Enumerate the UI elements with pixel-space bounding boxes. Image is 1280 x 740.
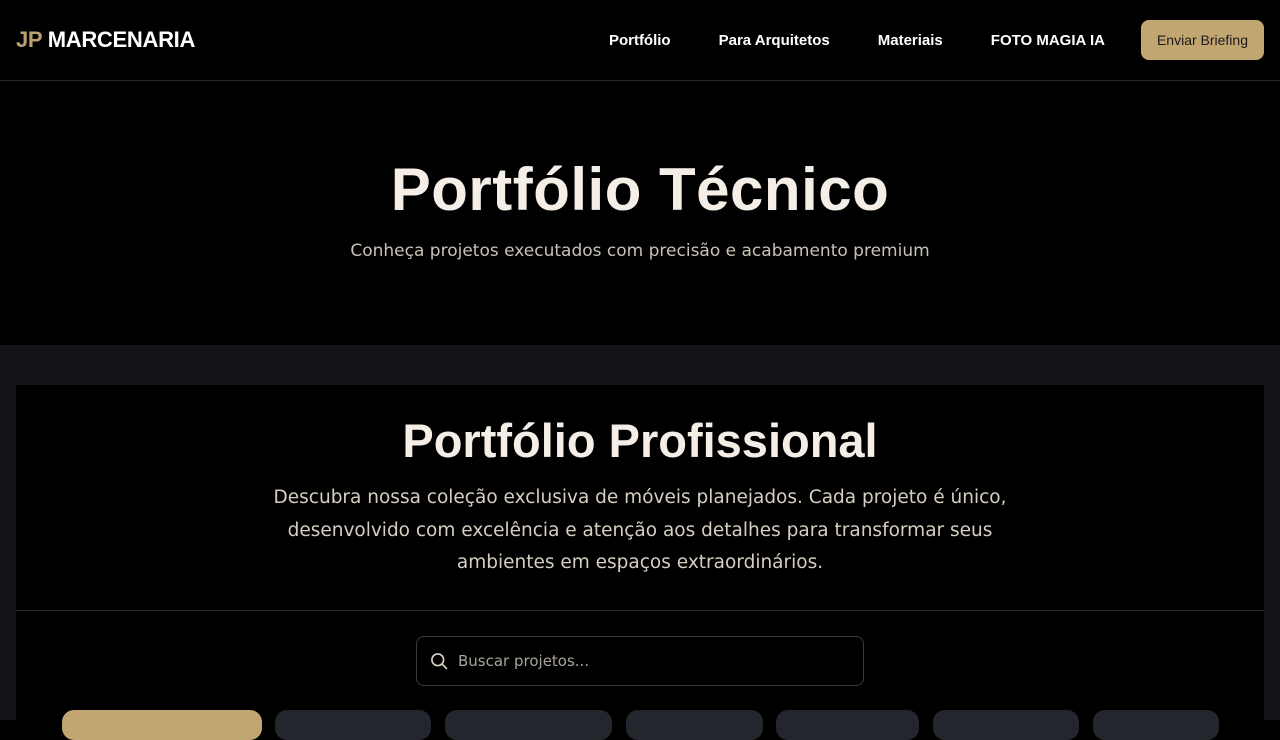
portfolio-title: Portfólio Profissional: [402, 414, 878, 467]
filter-chip[interactable]: [445, 710, 612, 740]
portfolio-section: Portfólio Profissional Descubra nossa co…: [0, 345, 1280, 740]
filter-chip[interactable]: [275, 710, 431, 740]
nav-link-para-arquitetos[interactable]: Para Arquitetos: [719, 32, 830, 49]
divider: [16, 610, 1264, 611]
filter-chip[interactable]: [776, 710, 919, 740]
nav-link-foto-magia-ia[interactable]: FOTO MAGIA IA: [991, 32, 1105, 49]
nav-link-materiais[interactable]: Materiais: [878, 32, 943, 49]
nav-link-portfolio[interactable]: Portfólio: [609, 32, 671, 49]
filter-chip[interactable]: [933, 710, 1079, 740]
filter-chip-active[interactable]: [62, 710, 262, 740]
portfolio-panel: Portfólio Profissional Descubra nossa co…: [16, 385, 1264, 740]
main-nav: Portfólio Para Arquitetos Materiais FOTO…: [609, 20, 1264, 60]
hero-subtitle: Conheça projetos executados com precisão…: [350, 241, 930, 261]
search-icon: [431, 653, 448, 670]
search-input[interactable]: [449, 637, 863, 685]
logo[interactable]: JP MARCENARIA: [16, 27, 195, 53]
logo-name: MARCENARIA: [47, 27, 196, 52]
site-header: JP MARCENARIA Portfólio Para Arquitetos …: [0, 0, 1280, 81]
filter-chip[interactable]: [1093, 710, 1219, 740]
hero: Portfólio Técnico Conheça projetos execu…: [0, 81, 1280, 345]
logo-prefix: JP: [16, 27, 42, 52]
hero-title: Portfólio Técnico: [390, 156, 890, 223]
send-briefing-button[interactable]: Enviar Briefing: [1140, 20, 1264, 60]
portfolio-description: Descubra nossa coleção exclusiva de móve…: [273, 487, 1007, 573]
search-box[interactable]: [416, 636, 864, 686]
filter-chip[interactable]: [626, 710, 763, 740]
